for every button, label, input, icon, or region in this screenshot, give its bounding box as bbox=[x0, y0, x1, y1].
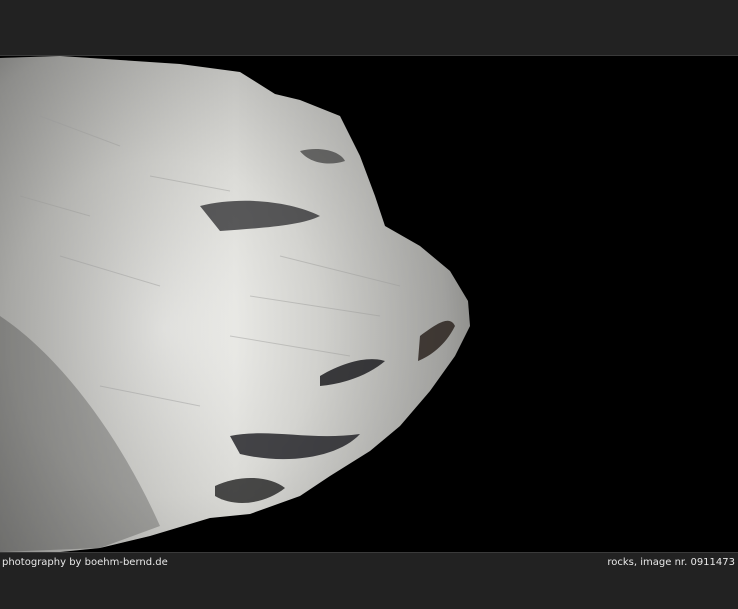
top-bar bbox=[0, 0, 738, 55]
caption-bar: photography by boehm-bernd.de rocks, ima… bbox=[0, 553, 738, 609]
rock-photo bbox=[0, 56, 738, 552]
photo-frame: photography by boehm-bernd.de rocks, ima… bbox=[0, 0, 738, 609]
rock-photo-image bbox=[0, 56, 738, 552]
image-title: rocks, image nr. 0911473 bbox=[607, 557, 735, 568]
photographer-credit: photography by boehm-bernd.de bbox=[2, 557, 168, 568]
